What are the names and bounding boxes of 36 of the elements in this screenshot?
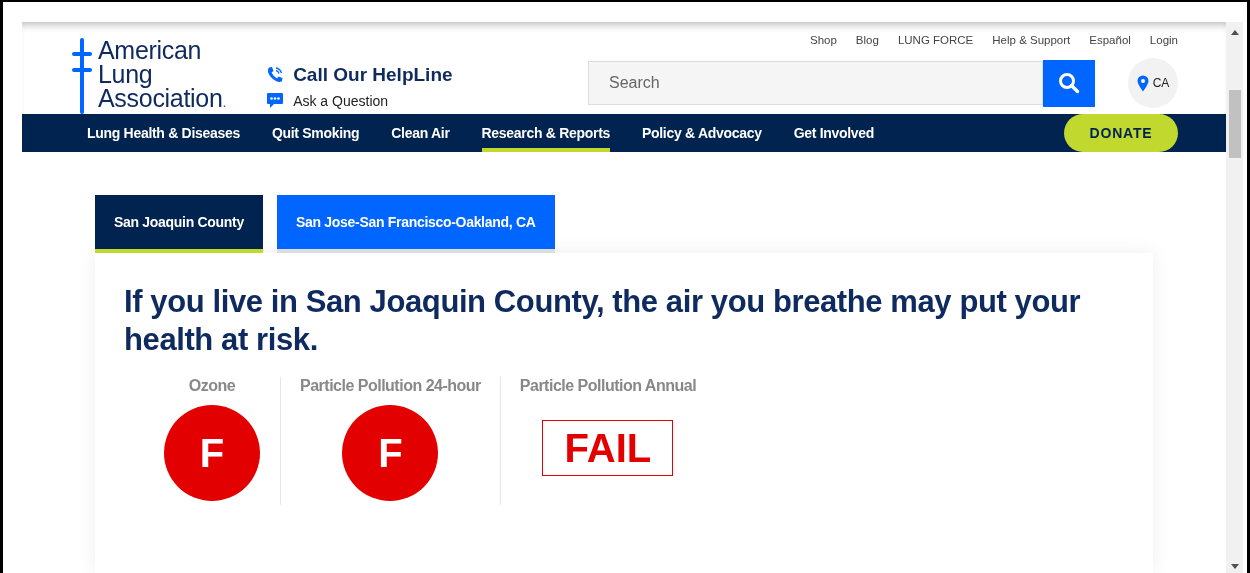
phone-icon <box>266 66 285 84</box>
utility-link[interactable]: Español <box>1089 34 1131 46</box>
helpline-link[interactable]: Call Our HelpLine <box>293 64 453 86</box>
nav-item[interactable]: Clean Air <box>391 114 450 152</box>
chat-icon <box>266 92 285 109</box>
location-button[interactable]: CA <box>1128 58 1178 108</box>
grade-badge: F <box>164 405 260 501</box>
location-tab[interactable]: San Jose-San Francisco-Oakland, CA <box>276 195 555 253</box>
scroll-down-arrow[interactable] <box>1230 564 1239 569</box>
utility-link[interactable]: LUNG FORCE <box>897 34 974 46</box>
double-cross-icon <box>72 38 92 114</box>
scroll-up-arrow[interactable] <box>1230 30 1239 35</box>
nav-item[interactable]: Lung Health & Diseases <box>87 114 240 152</box>
search-field[interactable]: Search <box>588 61 1043 105</box>
donate-button[interactable]: DONATE <box>1064 114 1178 152</box>
search-icon <box>1058 72 1080 94</box>
headline: If you live in San Joaquin County, the air you breathe may put your health at risk. <box>124 283 1082 359</box>
search-button[interactable] <box>1043 59 1095 107</box>
utility-link[interactable]: Shop <box>810 34 837 46</box>
grade-title: Particle Pollution Annual <box>519 377 697 395</box>
fail-stamp: FAIL <box>542 420 674 476</box>
nav-item[interactable]: Get Involved <box>793 114 875 152</box>
logo-text[interactable]: American Lung Association. <box>98 38 227 114</box>
utility-link[interactable]: Blog <box>855 34 879 46</box>
nav-item[interactable]: Quit Smoking <box>271 114 360 152</box>
map-pin-icon <box>1136 74 1149 92</box>
scrollbar-thumb[interactable] <box>1228 90 1241 158</box>
grade-title: Particle Pollution 24-hour <box>300 377 481 395</box>
nav-item[interactable]: Research & Reports <box>481 114 610 152</box>
nav-item[interactable]: Policy & Advocacy <box>642 114 762 152</box>
location-tab[interactable]: San Joaquin County <box>95 195 263 253</box>
utility-link[interactable]: Login <box>1149 34 1178 46</box>
grade-title: Ozone <box>188 377 236 395</box>
grade-badge: F <box>342 405 439 501</box>
utility-link[interactable]: Help & Support <box>992 34 1071 46</box>
ask-question-link[interactable]: Ask a Question <box>293 92 389 109</box>
